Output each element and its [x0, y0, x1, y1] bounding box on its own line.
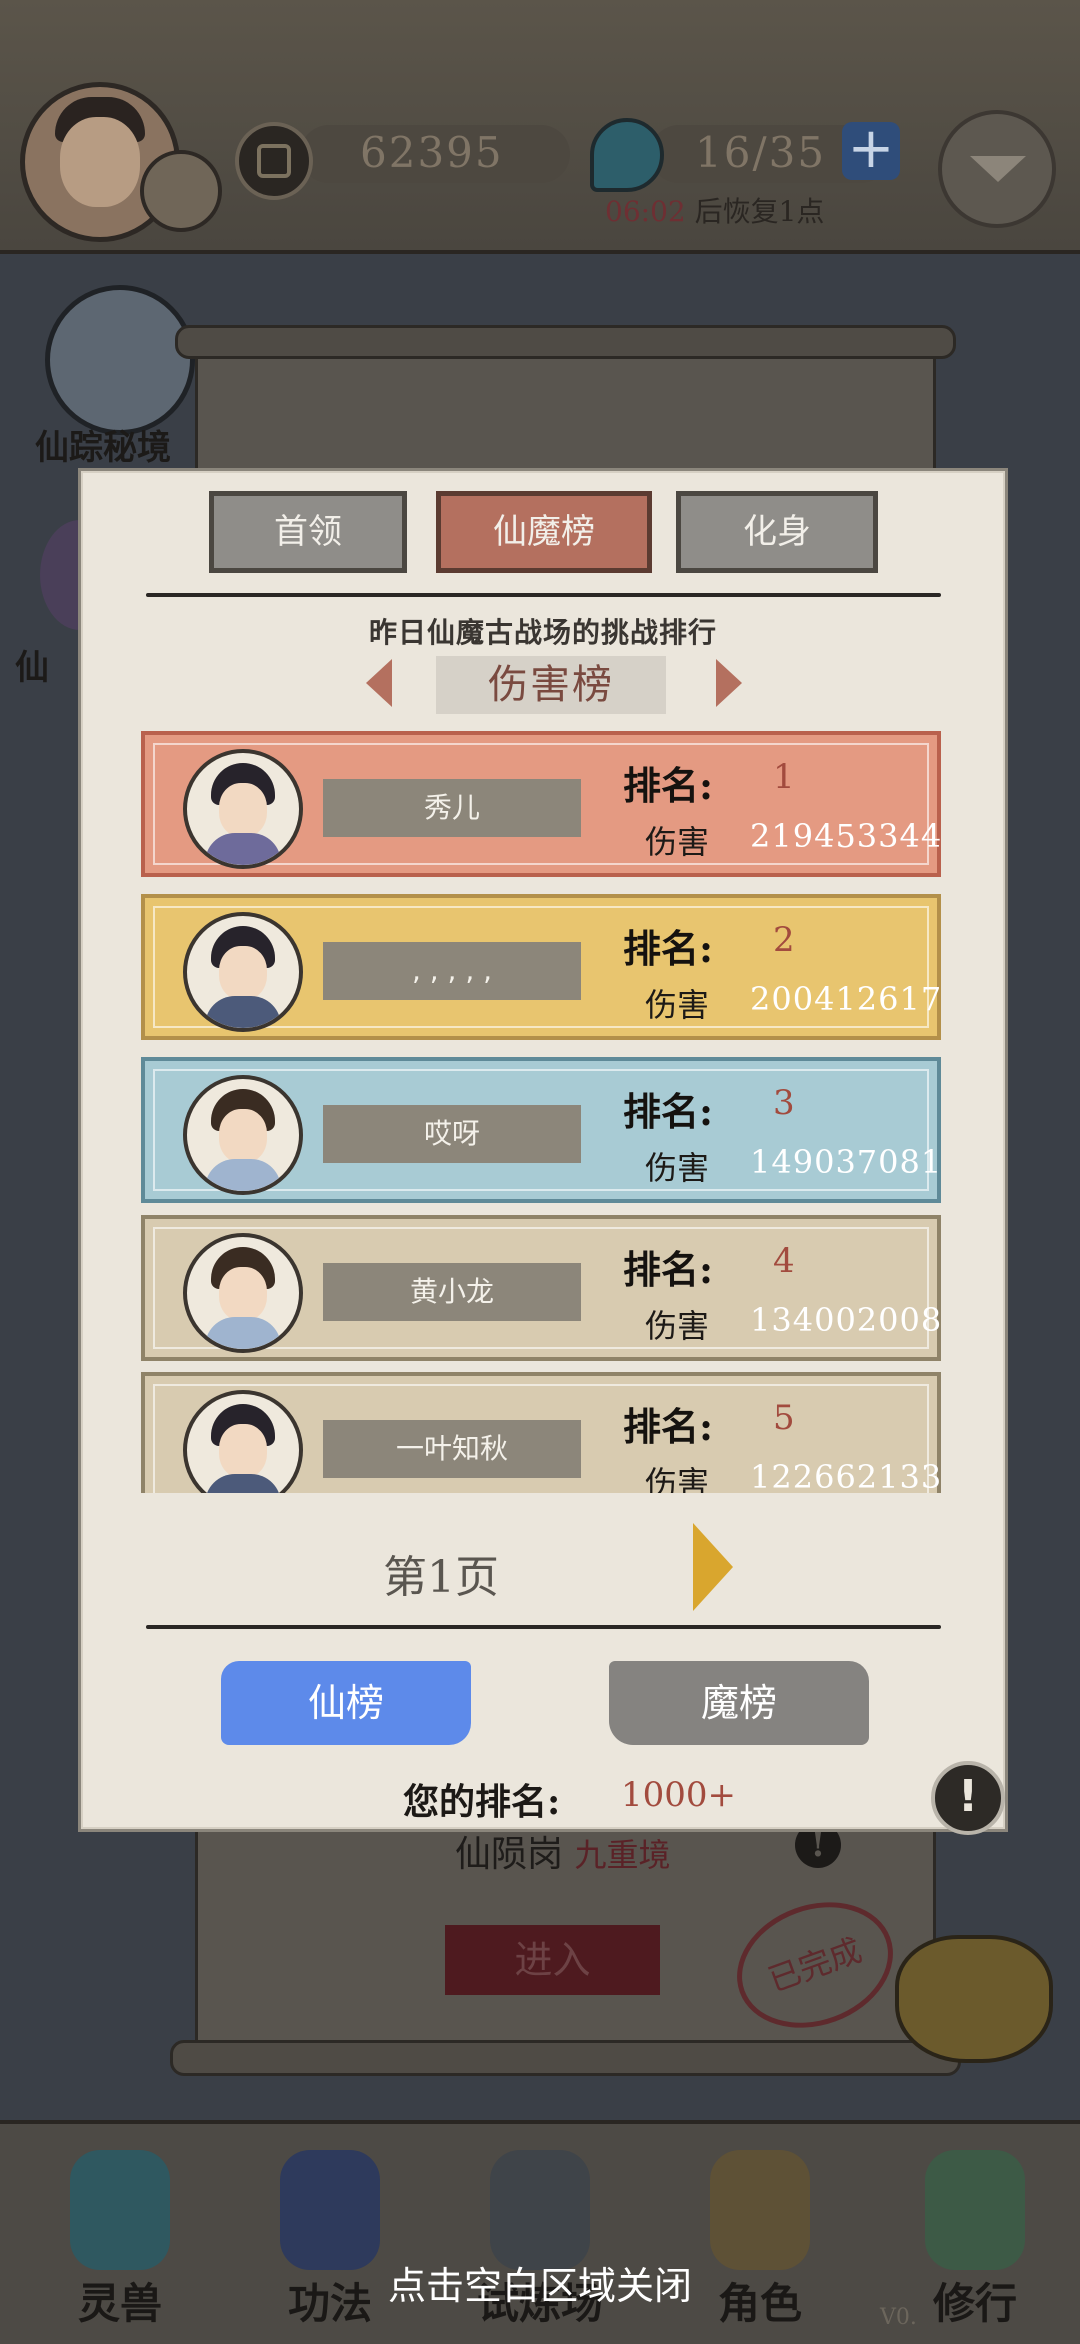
secret-realm-label: 仙踪秘境: [35, 428, 171, 468]
next-board-arrow-icon[interactable]: [716, 659, 742, 707]
player-avatar-4: [183, 1233, 303, 1353]
rank-number: 3: [773, 1083, 795, 1123]
rank-number: 5: [773, 1398, 795, 1438]
damage-label: 伤害: [645, 1307, 710, 1345]
realm-name: 仙陨岗: [455, 1834, 564, 1875]
recover-time: 06:02: [605, 195, 686, 228]
close-hint: 点击空白区域关闭: [387, 2264, 692, 2308]
cloud-badge-icon[interactable]: [140, 150, 222, 232]
recover-text: 后恢复1点: [694, 195, 825, 228]
immortal-ranking-button[interactable]: 仙榜: [221, 1661, 471, 1745]
recover-timer: 06:02 后恢复1点: [605, 190, 824, 230]
realm-title: 仙陨岗 九重境: [455, 1825, 670, 1877]
ranking-row-5[interactable]: 一叶知秋 排名: 5 伤害 122662133: [141, 1372, 941, 1493]
realm-level: 九重境: [574, 1836, 671, 1874]
straw-hat-icon: [710, 2150, 810, 2270]
coin-icon: [235, 122, 313, 200]
scroll-rod-top: [175, 325, 956, 359]
ranking-row-4[interactable]: 黄小龙 排名: 4 伤害 134002008: [141, 1215, 941, 1361]
tab-immortal-demon-ranking[interactable]: 仙魔榜: [436, 491, 652, 573]
prev-board-arrow-icon[interactable]: [366, 659, 392, 707]
rank-number: 1: [773, 757, 795, 797]
ranking-row-1[interactable]: 秀儿 排名: 1 伤害 219453344: [141, 731, 941, 877]
ranking-list[interactable]: 秀儿 排名: 1 伤害 219453344 , , , , , 排名: 2 伤害…: [141, 731, 961, 1493]
player-name: , , , , ,: [323, 942, 581, 1000]
player-name: 秀儿: [323, 779, 581, 837]
damage-value: 122662133: [750, 1458, 943, 1493]
player-name: 哎呀: [323, 1105, 581, 1163]
ranking-subtitle: 昨日仙魔古战场的挑战排行: [368, 616, 717, 649]
player-name: 黄小龙: [323, 1263, 581, 1321]
player-name: 一叶知秋: [323, 1420, 581, 1478]
my-rank-value: 1000+: [621, 1775, 737, 1815]
rank-number: 4: [773, 1241, 795, 1281]
divider-top: [146, 593, 941, 597]
version-label: V0.: [880, 2305, 917, 2330]
ranking-row-3[interactable]: 哎呀 排名: 3 伤害 149037081: [141, 1057, 941, 1203]
ranking-row-2[interactable]: , , , , , 排名: 2 伤害 200412617: [141, 894, 941, 1040]
player-avatar-3: [183, 1075, 303, 1195]
spirit-beast-icon: [70, 2150, 170, 2270]
avatar-face: [60, 117, 140, 207]
enter-button[interactable]: 进入: [445, 1925, 660, 1995]
player-avatar-2: [183, 912, 303, 1032]
divider-bottom: [146, 1625, 941, 1629]
damage-value: 134002008: [750, 1301, 943, 1339]
rank-number: 2: [773, 920, 795, 960]
damage-label: 伤害: [645, 823, 710, 861]
rank-label: 排名:: [623, 1404, 714, 1449]
mountain-icon: [490, 2150, 590, 2270]
ranking-dialog: 首领 仙魔榜 化身 昨日仙魔古战场的挑战排行 伤害榜 秀儿 排名: 1 伤害 2…: [78, 468, 1008, 1835]
my-rank-label: 您的排名:: [403, 1781, 561, 1823]
damage-label: 伤害: [645, 986, 710, 1024]
side-label-2: 仙: [15, 648, 49, 688]
damage-value: 149037081: [750, 1143, 943, 1181]
stamina-icon: [590, 118, 664, 192]
damage-value: 219453344: [750, 817, 943, 855]
player-avatar-1: [183, 749, 303, 869]
gourd-icon: [925, 2150, 1025, 2270]
cauldron-icon[interactable]: [895, 1935, 1053, 2063]
rank-label: 排名:: [623, 1089, 714, 1134]
scroll-rod-bottom: [170, 2040, 961, 2076]
demon-ranking-button[interactable]: 魔榜: [609, 1661, 869, 1745]
rank-label: 排名:: [623, 926, 714, 971]
book-icon: [280, 2150, 380, 2270]
secret-realm-icon[interactable]: [45, 285, 195, 435]
rank-label: 排名:: [623, 1247, 714, 1292]
coin-value: 62395: [360, 128, 504, 177]
next-page-arrow-icon[interactable]: [693, 1523, 733, 1611]
stamina-value: 16/35: [695, 128, 827, 177]
dropdown-menu-button[interactable]: [938, 110, 1056, 228]
tab-boss[interactable]: 首领: [209, 491, 407, 573]
info-icon[interactable]: !: [931, 1761, 1005, 1835]
tab-avatar[interactable]: 化身: [676, 491, 878, 573]
damage-label: 伤害: [645, 1149, 710, 1187]
board-title: 伤害榜: [436, 656, 666, 714]
damage-label: 伤害: [645, 1464, 710, 1493]
add-stamina-button[interactable]: +: [842, 121, 900, 180]
rank-label: 排名:: [623, 763, 714, 808]
damage-value: 200412617: [750, 980, 943, 1018]
